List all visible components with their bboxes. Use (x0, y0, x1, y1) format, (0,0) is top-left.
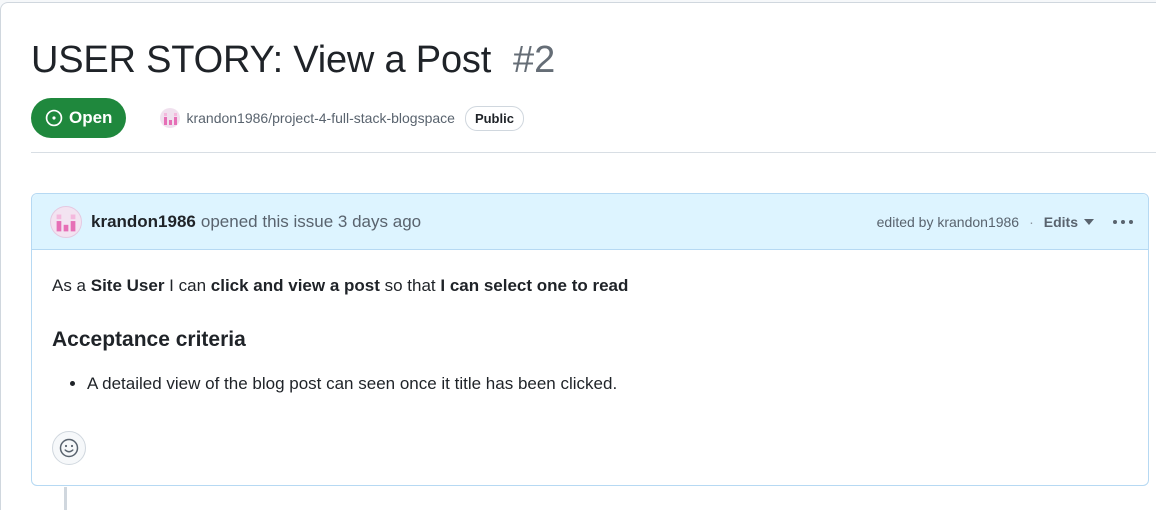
repo-owner-avatar[interactable] (160, 108, 181, 128)
user-story-text: As a Site User I can click and view a po… (52, 274, 1128, 298)
issue-meta-row: Open krandon1986/project-4-full-stack-bl… (31, 98, 524, 138)
smiley-icon (59, 438, 79, 458)
separator-dot: · (1029, 214, 1034, 230)
acceptance-criteria-heading: Acceptance criteria (52, 327, 246, 351)
kebab-horizontal-icon (1113, 220, 1133, 224)
story-part-3: so that (379, 276, 441, 295)
list-item: A detailed view of the blog post can see… (87, 372, 1128, 396)
comment-header-actions: edited by krandon1986 · Edits (877, 194, 1148, 250)
issue-opened-icon (45, 109, 63, 127)
visibility-badge: Public (464, 105, 524, 131)
issue-comment: krandon1986 opened this issue 3 days ago… (31, 193, 1149, 486)
story-part-1: As a (52, 276, 91, 295)
story-benefit: I can select one to read (440, 276, 629, 295)
issue-state-label: Open (69, 108, 113, 127)
issue-title: USER STORY: View a Post (31, 39, 492, 81)
author-avatar[interactable] (50, 205, 82, 238)
story-action: click and view a post (210, 276, 380, 295)
comment-header: krandon1986 opened this issue 3 days ago… (32, 194, 1148, 250)
repo-link[interactable]: krandon1986/project-4-full-stack-blogspa… (186, 110, 454, 126)
add-reaction-button[interactable] (52, 431, 86, 465)
story-part-2: I can (164, 276, 211, 295)
issue-title-row: USER STORY: View a Post #2 (31, 39, 555, 82)
comment-author-link[interactable]: krandon1986 (91, 212, 196, 232)
story-role: Site User (90, 276, 165, 295)
comment-options-button[interactable] (1112, 212, 1134, 232)
issue-state-badge: Open (31, 98, 127, 138)
edits-dropdown[interactable]: Edits (1044, 214, 1094, 230)
edits-label: Edits (1043, 214, 1078, 230)
acceptance-criteria-list: A detailed view of the blog post can see… (87, 372, 1128, 396)
issue-number: #2 (513, 39, 556, 81)
comment-body: As a Site User I can click and view a po… (32, 250, 1148, 396)
triangle-down-icon (1084, 219, 1094, 225)
edited-by-text: edited by krandon1986 (876, 214, 1020, 230)
header-divider (31, 152, 1156, 153)
comment-opened-text[interactable]: opened this issue 3 days ago (201, 212, 421, 232)
timeline-line (64, 487, 67, 510)
issue-page: USER STORY: View a Post #2 Open krandon1… (0, 2, 1156, 510)
